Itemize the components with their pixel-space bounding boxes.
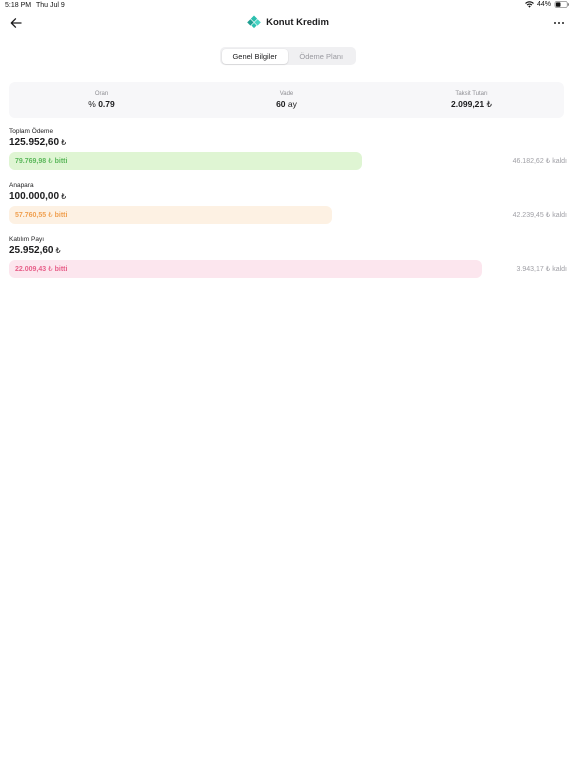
status-bar: 5:18 PM Thu Jul 9 44% bbox=[0, 0, 576, 12]
paid-text: 57.760,55 ₺ bitti bbox=[15, 211, 67, 219]
loan-summary-card: Oran % 0.79 Vade 60 ay Taksit Tutarı 2.0… bbox=[9, 82, 564, 118]
tab-odeme-plani[interactable]: Ödeme Planı bbox=[288, 49, 355, 64]
currency-symbol: ₺ bbox=[61, 138, 67, 147]
nav-bar: Konut Kredim bbox=[0, 12, 576, 36]
installment-number: 2.099,21 bbox=[451, 98, 485, 109]
section-principal: Anapara 100.000,00 ₺ 57.760,55 ₺ bitti 42.2… bbox=[9, 182, 567, 224]
tab-genel-bilgiler[interactable]: Genel Bilgiler bbox=[221, 48, 288, 64]
wifi-icon bbox=[525, 1, 534, 8]
currency-symbol: ₺ bbox=[55, 246, 61, 255]
section-amount: 100.000,00 ₺ bbox=[9, 191, 567, 202]
remaining-amount: 46.182,62 bbox=[512, 158, 544, 165]
amount-value: 100.000,00 bbox=[9, 191, 60, 202]
nav-title-group: Konut Kredim bbox=[0, 15, 576, 29]
paid-suffix: bitti bbox=[54, 212, 68, 219]
paid-currency: ₺ bbox=[48, 158, 53, 165]
status-date: Thu Jul 9 bbox=[36, 2, 65, 9]
progress-row: 57.760,55 ₺ bitti 42.239,45 ₺ kaldı bbox=[9, 206, 567, 224]
progress-bar-paid: 22.009,43 ₺ bitti bbox=[9, 260, 483, 278]
remaining-text: 46.182,62 ₺ kaldı bbox=[513, 157, 567, 165]
remaining-text: 42.239,45 ₺ kaldı bbox=[513, 211, 567, 219]
progress-bar-paid: 79.769,98 ₺ bitti bbox=[9, 152, 363, 170]
battery-icon bbox=[554, 1, 569, 8]
paid-currency: ₺ bbox=[48, 266, 53, 273]
remaining-text: 3.943,17 ₺ kaldı bbox=[516, 265, 567, 273]
remaining-suffix: kaldı bbox=[552, 212, 567, 219]
remaining-currency: ₺ bbox=[545, 212, 551, 219]
page-title: Konut Kredim bbox=[266, 16, 329, 28]
paid-amount: 57.760,55 bbox=[15, 212, 47, 219]
remaining-suffix: kaldı bbox=[552, 266, 567, 273]
currency-symbol: ₺ bbox=[61, 192, 67, 201]
installment-currency: ₺ bbox=[486, 98, 492, 109]
paid-currency: ₺ bbox=[48, 212, 53, 219]
section-amount: 25.952,60 ₺ bbox=[9, 245, 567, 256]
status-time: 5:18 PM bbox=[5, 2, 32, 9]
status-indicators: 44% bbox=[525, 1, 570, 8]
progress-row: 22.009,43 ₺ bitti 3.943,17 ₺ kaldı bbox=[9, 260, 567, 278]
rate-value: % 0.79 bbox=[88, 99, 114, 109]
section-label: Katılım Payı bbox=[9, 236, 45, 243]
section-amount: 125.952,60 ₺ bbox=[9, 137, 567, 148]
remaining-amount: 42.239,45 bbox=[512, 212, 544, 219]
term-number: 60 bbox=[276, 99, 286, 109]
more-options-button[interactable] bbox=[552, 16, 566, 30]
progress-bar-paid: 57.760,55 ₺ bitti bbox=[9, 206, 332, 224]
term-label: Vade bbox=[279, 91, 294, 97]
installment-value: 2.099,21 ₺ bbox=[451, 99, 492, 110]
remaining-currency: ₺ bbox=[545, 266, 551, 273]
paid-amount: 79.769,98 bbox=[15, 158, 47, 165]
remaining-currency: ₺ bbox=[545, 158, 551, 165]
amount-value: 125.952,60 bbox=[9, 137, 60, 148]
paid-suffix: bitti bbox=[54, 158, 68, 165]
segmented-control: Genel Bilgiler Ödeme Planı bbox=[220, 47, 356, 65]
summary-term: Vade 60 ay bbox=[194, 82, 379, 118]
section-label: Anapara bbox=[9, 182, 34, 189]
paid-amount: 22.009,43 bbox=[15, 266, 47, 273]
remaining-amount: 3.943,17 bbox=[516, 266, 544, 273]
paid-text: 22.009,43 ₺ bitti bbox=[15, 265, 67, 273]
rate-label: Oran bbox=[94, 91, 109, 97]
paid-suffix: bitti bbox=[54, 266, 68, 273]
paid-text: 79.769,98 ₺ bitti bbox=[15, 157, 67, 165]
section-total-payment: Toplam Ödeme 125.952,60 ₺ 79.769,98 ₺ bitti… bbox=[9, 128, 567, 170]
installment-label: Taksit Tutarı bbox=[455, 90, 488, 97]
section-participation-share: Katılım Payı 25.952,60 ₺ 22.009,43 ₺ bitti … bbox=[9, 236, 567, 278]
section-label: Toplam Ödeme bbox=[9, 128, 54, 135]
rate-prefix: % bbox=[88, 99, 96, 109]
rate-number: 0.79 bbox=[98, 99, 115, 109]
ellipsis-icon bbox=[553, 21, 557, 25]
battery-percent: 44% bbox=[536, 1, 551, 8]
term-value: 60 ay bbox=[276, 99, 297, 109]
konut-kredim-logo-icon bbox=[247, 15, 261, 29]
term-unit: ay bbox=[287, 99, 297, 109]
progress-row: 79.769,98 ₺ bitti 46.182,62 ₺ kaldı bbox=[9, 152, 567, 170]
summary-installment: Taksit Tutarı 2.099,21 ₺ bbox=[379, 82, 564, 118]
remaining-suffix: kaldı bbox=[552, 158, 567, 165]
summary-rate: Oran % 0.79 bbox=[9, 82, 194, 118]
amount-value: 25.952,60 bbox=[9, 245, 54, 256]
